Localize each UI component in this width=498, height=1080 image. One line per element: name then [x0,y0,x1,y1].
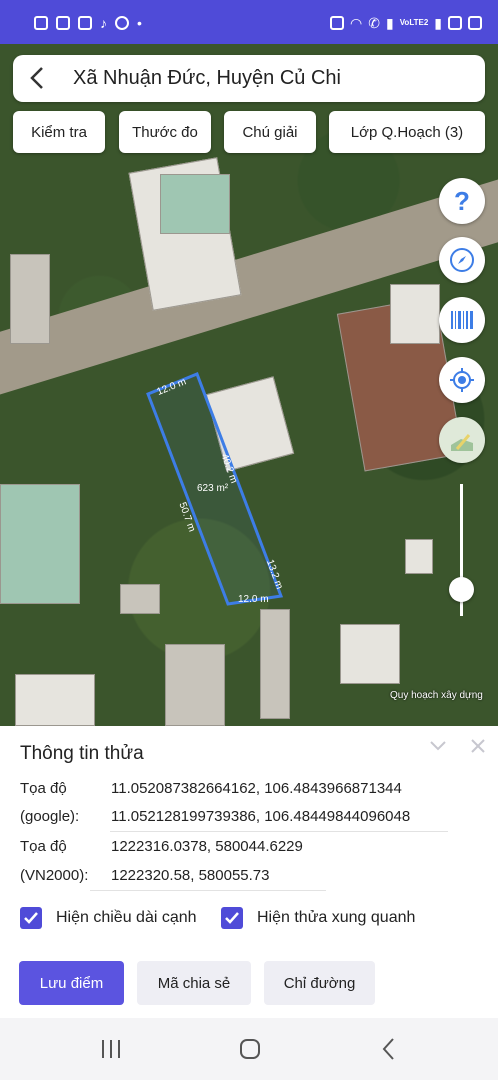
recent-apps-icon[interactable] [98,1036,124,1062]
barcode-icon [451,311,473,329]
vn-coord-value: 1222316.0378, 580044.6229 [111,838,303,855]
directions-button[interactable]: Chỉ đường [264,961,375,1005]
back-icon[interactable] [25,65,51,91]
battery-icon [468,16,482,30]
volte-icon: VoLTE2 [399,18,429,27]
help-icon: ? [454,185,470,216]
dot-icon: • [137,15,142,31]
help-button[interactable]: ? [439,178,485,224]
panel-title: Thông tin thửa [20,743,144,764]
sim-icon [34,16,48,30]
status-left: ♪ • [34,16,142,30]
vn-coord-row: Tọa độ 1222316.0378, 580044.6229 [20,838,303,855]
save-point-button[interactable]: Lưu điểm [19,961,124,1005]
vn2000-value: 1222320.58, 580055.73 [111,867,270,884]
signal-icon: ▮ [385,15,394,31]
compass-button[interactable] [439,237,485,283]
status-bar: ♪ • ◠ ✆ ▮ VoLTE2 ▮ [0,0,498,44]
vn2000-label: (VN2000): [20,867,89,884]
coord-label: Tọa độ [20,780,67,797]
back-nav-icon[interactable] [377,1036,403,1062]
google-coord-value: 11.052128199739386, 106.48449844096048 [111,808,411,825]
google-label: (google): [20,808,80,825]
vn-coord-label: Tọa độ [20,838,67,855]
google-coord-row: (google): 11.052128199739386, 106.484498… [20,808,410,825]
compass-icon [450,248,474,272]
layer-label: Quy hoạch xây dựng [390,690,483,701]
tiktok-icon: ♪ [100,15,107,31]
battery-saver-icon [448,16,462,30]
check-button[interactable]: Kiểm tra [13,111,105,153]
alarm-icon [330,16,345,30]
show-edge-checkbox[interactable] [20,907,42,929]
show-neighbors-checkbox[interactable] [221,907,243,929]
divider [110,831,448,832]
image-icon [78,16,92,30]
parcel-info-panel: Thông tin thửa Tọa độ 11.052087382664162… [0,726,498,1018]
show-neighbors-label: Hiện thửa xung quanh [257,909,416,926]
divider [90,890,326,891]
location-target-icon [450,368,474,392]
coord-value: 11.052087382664162, 106.4843966871344 [111,780,402,797]
parcel-area-label: 623 m² [197,483,229,494]
coord-row: Tọa độ 11.052087382664162, 106.484396687… [20,780,402,797]
edge-label-bottom: 12.0 m [238,594,269,605]
map-type-icon [451,434,473,451]
measure-button[interactable]: Thước đo [119,111,211,153]
vn2000-row: (VN2000): 1222320.58, 580055.73 [20,867,270,884]
legend-button[interactable]: Chú giải [224,111,316,153]
barcode-button[interactable] [439,297,485,343]
call-icon: ✆ [368,15,380,31]
my-location-button[interactable] [439,357,485,403]
search-bar[interactable]: Xã Nhuận Đức, Huyện Củ Chi [13,55,485,102]
home-icon[interactable] [237,1036,263,1062]
notification-icon [56,16,70,30]
system-nav-bar [0,1018,498,1080]
planning-layer-button[interactable]: Lớp Q.Hoạch (3) [329,111,485,153]
checkmark-icon [24,912,38,924]
wifi-icon: ◠ [350,15,363,31]
location-title: Xã Nhuận Đức, Huyện Củ Chi [73,67,341,89]
share-code-button[interactable]: Mã chia sẻ [137,961,251,1005]
status-right: ◠ ✆ ▮ VoLTE2 ▮ [330,16,482,30]
map-type-button[interactable] [439,417,485,463]
zoom-slider-thumb[interactable] [449,577,474,603]
checkmark-icon [225,912,239,924]
facebook-icon [115,16,129,30]
show-edge-label: Hiện chiều dài cạnh [56,909,197,926]
close-icon[interactable] [470,738,486,754]
signal2-icon: ▮ [434,15,442,31]
chevron-down-icon[interactable] [428,738,448,754]
